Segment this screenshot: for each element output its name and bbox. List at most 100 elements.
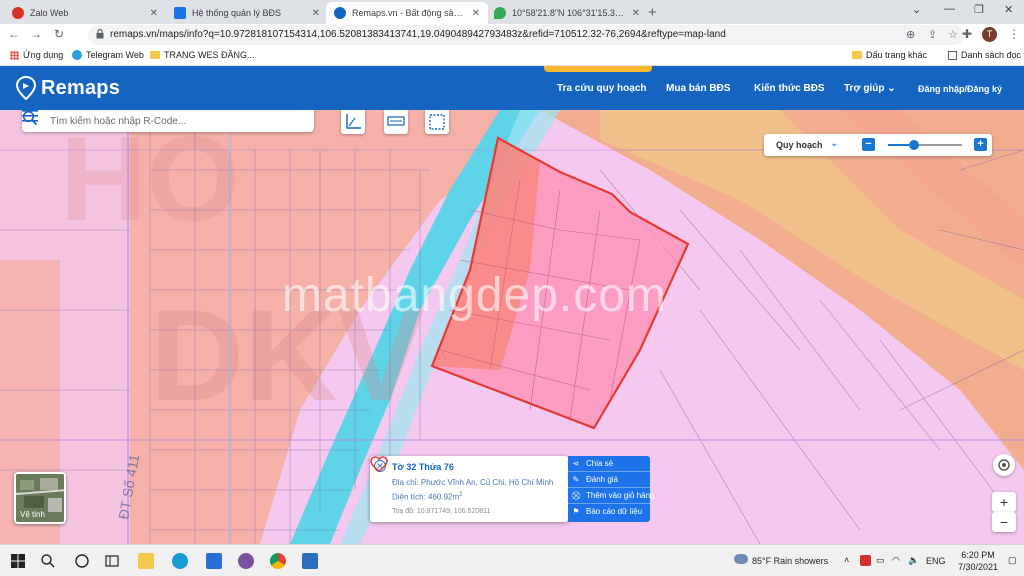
measure-tool-button[interactable] [341, 110, 365, 134]
search-icon[interactable] [40, 553, 56, 569]
map-zoom-in-button[interactable]: + [992, 492, 1016, 512]
clock-date[interactable]: 7/30/2021 [954, 562, 1002, 572]
task-view-icon[interactable] [74, 553, 90, 569]
ppf-tool-button[interactable] [384, 110, 408, 134]
bookmark-label: TRANG WES ĐĂNG... [164, 50, 255, 60]
ppf-icon [387, 116, 405, 126]
zalo-icon [12, 7, 24, 19]
map-search-input[interactable] [50, 113, 286, 129]
logo[interactable]: Remaps [16, 76, 120, 100]
tab-search-icon[interactable]: ⌄ [912, 3, 921, 16]
remaps-pin-icon [16, 76, 36, 100]
telegram-icon [72, 50, 82, 60]
layer-zoom-panel: Quy hoạch ⌄ − + [764, 134, 992, 156]
tab-he-thong-quan-ly[interactable]: Hệ thống quản lý BĐS ✕ [166, 2, 328, 24]
close-icon[interactable]: ✕ [150, 8, 158, 19]
chrome-icon[interactable] [270, 553, 286, 569]
share-button[interactable]: ⋖ Chia sẻ [568, 456, 650, 472]
close-icon[interactable]: ✕ [472, 8, 480, 19]
tab-zalo-web[interactable]: Zalo Web ✕ [4, 2, 166, 24]
satellite-label: Vệ tinh [20, 510, 45, 519]
language-indicator[interactable]: ENG [926, 556, 946, 566]
url-text: remaps.vn/maps/info?q=10.972818107154314… [110, 29, 726, 40]
edit-icon: ✎ [572, 474, 580, 484]
land-area-value: Diện tích: 460.92m [392, 492, 460, 502]
folder-icon [150, 51, 160, 59]
bookmark-reading-list[interactable]: Danh sách đọc [948, 50, 1021, 60]
edge-icon[interactable] [172, 553, 188, 569]
bookmark-telegram[interactable]: Telegram Web [72, 50, 144, 60]
back-button[interactable]: ← [8, 27, 20, 41]
area-select-tool-button[interactable] [425, 110, 449, 134]
viber-icon[interactable] [238, 553, 254, 569]
forward-button[interactable]: → [30, 27, 42, 41]
home-icon [174, 7, 186, 19]
reload-button[interactable]: ↻ [54, 27, 64, 41]
nav-mua-ban-bds[interactable]: Mua bán BĐS [666, 83, 730, 94]
windows-start-icon[interactable] [10, 553, 26, 569]
menu-icon[interactable]: ⋮ [1008, 27, 1020, 41]
close-icon[interactable]: ✕ [312, 8, 320, 19]
star-icon[interactable]: ☆ [948, 28, 958, 41]
search-icon[interactable] [22, 110, 38, 126]
land-coords: Toạ độ: 10.971749, 106.520811 [392, 508, 491, 515]
maps-pin-icon [494, 7, 506, 19]
tab-google-maps[interactable]: 10°58'21.8"N 106°31'15.3"E - Goo ✕ [486, 2, 648, 24]
widgets-icon[interactable] [104, 553, 120, 569]
file-explorer-icon[interactable] [138, 553, 154, 569]
zoom-slider-thumb[interactable] [908, 140, 919, 150]
zoom-icon[interactable]: ⊕ [906, 28, 915, 41]
extensions-icon[interactable]: ✚ [962, 27, 972, 41]
bookmarks-bar: Ứng dụng Telegram Web TRANG WES ĐĂNG... … [0, 46, 1024, 66]
zoom-slider[interactable] [888, 140, 962, 150]
new-tab-button[interactable]: + [648, 4, 657, 21]
share-icon: ⋖ [572, 458, 580, 468]
bookmark-other[interactable]: Dấu trang khác [852, 50, 927, 60]
chevron-down-icon[interactable]: ⌄ [830, 138, 838, 149]
bookmark-trang-wes[interactable]: TRANG WES ĐĂNG... [150, 50, 255, 60]
zoom-out-button[interactable]: − [862, 138, 875, 151]
action-label: Thêm vào giỏ hàng [586, 490, 655, 500]
site-header: Remaps Tra cứu quy hoạch Mua bán BĐS Kiế… [0, 66, 1024, 110]
zoom-in-button[interactable]: + [974, 138, 987, 151]
share-page-icon[interactable]: ⇪ [928, 28, 937, 41]
photos-icon[interactable] [302, 553, 318, 569]
close-icon[interactable]: ✕ [632, 8, 640, 19]
minimize-button[interactable]: — [944, 3, 955, 15]
locate-me-button[interactable] [993, 454, 1015, 476]
bookmark-apps[interactable]: Ứng dụng [10, 50, 63, 60]
bookmark-label: Danh sách đọc [961, 50, 1022, 60]
nav-login-register[interactable]: Đăng nhập/Đăng ký [918, 84, 1002, 94]
notifications-icon[interactable]: ▢ [1008, 555, 1017, 566]
mail-icon[interactable] [206, 553, 222, 569]
add-to-cart-button[interactable]: ⛒ Thêm vào giỏ hàng [568, 488, 655, 504]
heart-icon[interactable] [370, 456, 388, 472]
weather-text[interactable]: 85°F Rain showers [752, 556, 828, 566]
land-info-popup: ✕ Tờ 32 Thửa 76 Địa chỉ: Phước Vĩnh An, … [370, 456, 568, 522]
rate-button[interactable]: ✎ Đánh giá [568, 472, 650, 488]
close-window-button[interactable]: ✕ [1004, 3, 1013, 16]
tray-chevron-icon[interactable]: ˄ [844, 555, 849, 565]
volume-icon[interactable]: 🔈 [908, 555, 919, 566]
tab-title: 10°58'21.8"N 106°31'15.3"E - Goo [512, 8, 626, 18]
report-data-button[interactable]: ⚑ Báo cáo dữ liệu [568, 504, 650, 520]
browser-toolbar: ← → ↻ remaps.vn/maps/info?q=10.972818107… [0, 24, 1024, 46]
tab-remaps[interactable]: Remaps.vn - Bất động sản thật ✕ [326, 2, 488, 24]
nav-tra-cuu-quy-hoach[interactable]: Tra cứu quy hoạch [557, 83, 646, 94]
clock-time[interactable]: 6:20 PM [956, 550, 1000, 560]
maximize-button[interactable]: ❐ [974, 3, 984, 16]
map-view[interactable]: HO DKV ĐT Số 411 matbangdep.com Tìm kiếm… [0, 110, 1024, 544]
layer-select[interactable]: Quy hoạch [776, 140, 823, 150]
nav-kien-thuc-bds[interactable]: Kiến thức BĐS [754, 83, 825, 94]
avatar[interactable]: T [982, 27, 997, 42]
remaps-icon [334, 7, 346, 19]
address-bar[interactable]: remaps.vn/maps/info?q=10.972818107154314… [88, 25, 964, 45]
bookmark-label: Ứng dụng [23, 50, 64, 60]
bookmark-label: Dấu trang khác [866, 50, 928, 60]
network-icon[interactable]: ▭ [876, 555, 885, 566]
map-zoom-out-button[interactable]: − [992, 512, 1016, 532]
wifi-icon[interactable]: ◠ [892, 555, 900, 566]
nav-tro-giup[interactable]: Trợ giúp ⌄ [844, 83, 896, 94]
satellite-toggle[interactable]: Vệ tinh [14, 472, 66, 524]
vivaldi-tray-icon[interactable] [860, 555, 871, 566]
